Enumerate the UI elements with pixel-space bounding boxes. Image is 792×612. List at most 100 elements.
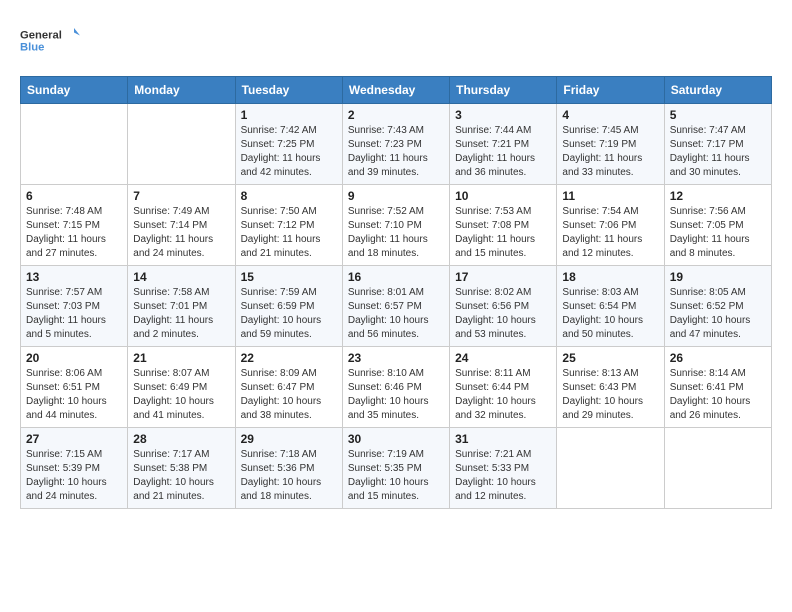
day-info: Sunrise: 8:10 AMSunset: 6:46 PMDaylight:… (348, 367, 444, 423)
calendar-cell: 1 Sunrise: 7:42 AMSunset: 7:25 PMDaylight… (235, 104, 342, 185)
weekday-header: Sunday (21, 77, 128, 104)
calendar-cell (557, 428, 664, 509)
day-number: 14 (133, 270, 229, 284)
calendar-cell: 27Sunrise: 7:15 AMSunset: 5:39 PMDayligh… (21, 428, 128, 509)
day-number: 1 (241, 108, 337, 122)
day-number: 8 (241, 189, 337, 203)
weekday-header: Thursday (450, 77, 557, 104)
day-number: 16 (348, 270, 444, 284)
day-info: Sunrise: 8:13 AMSunset: 6:43 PMDaylight:… (562, 367, 658, 423)
day-info: Sunrise: 7:43 AMSunset: 7:23 PMDaylight:… (348, 124, 444, 180)
day-number: 7 (133, 189, 229, 203)
day-info: Sunrise: 7:54 AMSunset: 7:06 PMDaylight:… (562, 205, 658, 261)
weekday-header: Friday (557, 77, 664, 104)
calendar-cell: 24 Sunrise: 8:11 AMSunset: 6:44 PMDayligh… (450, 347, 557, 428)
calendar-cell: 11 Sunrise: 7:54 AMSunset: 7:06 PMDayligh… (557, 185, 664, 266)
day-info: Sunrise: 7:15 AMSunset: 5:39 PMDaylight:… (26, 448, 122, 504)
day-info: Sunrise: 7:59 AMSunset: 6:59 PMDaylight:… (241, 286, 337, 342)
day-number: 6 (26, 189, 122, 203)
day-number: 21 (133, 351, 229, 365)
day-number: 5 (670, 108, 766, 122)
day-number: 15 (241, 270, 337, 284)
calendar-cell: 17 Sunrise: 8:02 AMSunset: 6:56 PMDayligh… (450, 266, 557, 347)
calendar-cell: 23 Sunrise: 8:10 AMSunset: 6:46 PMDayligh… (342, 347, 449, 428)
day-info: Sunrise: 7:52 AMSunset: 7:10 PMDaylight:… (348, 205, 444, 261)
day-info: Sunrise: 8:01 AMSunset: 6:57 PMDaylight:… (348, 286, 444, 342)
day-number: 11 (562, 189, 658, 203)
day-number: 20 (26, 351, 122, 365)
calendar-cell: 5 Sunrise: 7:47 AMSunset: 7:17 PMDaylight… (664, 104, 771, 185)
calendar-cell: 6 Sunrise: 7:48 AMSunset: 7:15 PMDaylight… (21, 185, 128, 266)
day-info: Sunrise: 7:48 AMSunset: 7:15 PMDaylight:… (26, 205, 122, 261)
day-number: 19 (670, 270, 766, 284)
calendar-week-row: 13Sunrise: 7:57 AMSunset: 7:03 PMDayligh… (21, 266, 772, 347)
day-number: 9 (348, 189, 444, 203)
calendar-cell: 22 Sunrise: 8:09 AMSunset: 6:47 PMDayligh… (235, 347, 342, 428)
weekday-header: Saturday (664, 77, 771, 104)
day-info: Sunrise: 7:45 AMSunset: 7:19 PMDaylight:… (562, 124, 658, 180)
day-info: Sunrise: 7:58 AMSunset: 7:01 PMDaylight:… (133, 286, 229, 342)
calendar-cell: 26 Sunrise: 8:14 AMSunset: 6:41 PMDayligh… (664, 347, 771, 428)
day-info: Sunrise: 8:11 AMSunset: 6:44 PMDaylight:… (455, 367, 551, 423)
svg-text:Blue: Blue (20, 42, 44, 54)
svg-text:General: General (20, 30, 62, 42)
calendar-table: SundayMondayTuesdayWednesdayThursdayFrid… (20, 76, 772, 509)
calendar-week-row: 20Sunrise: 8:06 AMSunset: 6:51 PMDayligh… (21, 347, 772, 428)
calendar-cell: 31 Sunrise: 7:21 AMSunset: 5:33 PMDayligh… (450, 428, 557, 509)
weekday-header-row: SundayMondayTuesdayWednesdayThursdayFrid… (21, 77, 772, 104)
day-number: 26 (670, 351, 766, 365)
day-info: Sunrise: 7:19 AMSunset: 5:35 PMDaylight:… (348, 448, 444, 504)
day-number: 29 (241, 432, 337, 446)
day-number: 23 (348, 351, 444, 365)
day-number: 30 (348, 432, 444, 446)
calendar-cell: 2 Sunrise: 7:43 AMSunset: 7:23 PMDaylight… (342, 104, 449, 185)
calendar-cell: 7 Sunrise: 7:49 AMSunset: 7:14 PMDaylight… (128, 185, 235, 266)
day-info: Sunrise: 8:02 AMSunset: 6:56 PMDaylight:… (455, 286, 551, 342)
calendar-cell: 29Sunrise: 7:18 AMSunset: 5:36 PMDayligh… (235, 428, 342, 509)
day-number: 25 (562, 351, 658, 365)
calendar-week-row: 6 Sunrise: 7:48 AMSunset: 7:15 PMDaylight… (21, 185, 772, 266)
page-header: General Blue (20, 20, 772, 60)
calendar-cell (664, 428, 771, 509)
day-info: Sunrise: 7:17 AMSunset: 5:38 PMDaylight:… (133, 448, 229, 504)
day-info: Sunrise: 7:49 AMSunset: 7:14 PMDaylight:… (133, 205, 229, 261)
calendar-cell: 15 Sunrise: 7:59 AMSunset: 6:59 PMDayligh… (235, 266, 342, 347)
day-number: 17 (455, 270, 551, 284)
calendar-cell: 20Sunrise: 8:06 AMSunset: 6:51 PMDayligh… (21, 347, 128, 428)
calendar-cell: 14 Sunrise: 7:58 AMSunset: 7:01 PMDayligh… (128, 266, 235, 347)
day-number: 24 (455, 351, 551, 365)
logo: General Blue (20, 20, 80, 60)
day-info: Sunrise: 7:47 AMSunset: 7:17 PMDaylight:… (670, 124, 766, 180)
day-info: Sunrise: 8:09 AMSunset: 6:47 PMDaylight:… (241, 367, 337, 423)
day-info: Sunrise: 7:42 AMSunset: 7:25 PMDaylight:… (241, 124, 337, 180)
calendar-cell: 8Sunrise: 7:50 AMSunset: 7:12 PMDaylight… (235, 185, 342, 266)
calendar-cell: 4 Sunrise: 7:45 AMSunset: 7:19 PMDaylight… (557, 104, 664, 185)
weekday-header: Monday (128, 77, 235, 104)
day-number: 31 (455, 432, 551, 446)
calendar-cell: 28 Sunrise: 7:17 AMSunset: 5:38 PMDayligh… (128, 428, 235, 509)
day-info: Sunrise: 7:57 AMSunset: 7:03 PMDaylight:… (26, 286, 122, 342)
calendar-cell: 12 Sunrise: 7:56 AMSunset: 7:05 PMDayligh… (664, 185, 771, 266)
calendar-cell (21, 104, 128, 185)
day-number: 4 (562, 108, 658, 122)
calendar-cell: 30 Sunrise: 7:19 AMSunset: 5:35 PMDayligh… (342, 428, 449, 509)
day-number: 10 (455, 189, 551, 203)
day-number: 28 (133, 432, 229, 446)
day-number: 3 (455, 108, 551, 122)
day-number: 12 (670, 189, 766, 203)
calendar-cell: 19 Sunrise: 8:05 AMSunset: 6:52 PMDayligh… (664, 266, 771, 347)
calendar-week-row: 27Sunrise: 7:15 AMSunset: 5:39 PMDayligh… (21, 428, 772, 509)
calendar-cell: 21 Sunrise: 8:07 AMSunset: 6:49 PMDayligh… (128, 347, 235, 428)
day-info: Sunrise: 8:14 AMSunset: 6:41 PMDaylight:… (670, 367, 766, 423)
day-info: Sunrise: 8:07 AMSunset: 6:49 PMDaylight:… (133, 367, 229, 423)
day-number: 2 (348, 108, 444, 122)
calendar-cell: 9 Sunrise: 7:52 AMSunset: 7:10 PMDaylight… (342, 185, 449, 266)
day-info: Sunrise: 8:03 AMSunset: 6:54 PMDaylight:… (562, 286, 658, 342)
day-info: Sunrise: 8:05 AMSunset: 6:52 PMDaylight:… (670, 286, 766, 342)
day-number: 22 (241, 351, 337, 365)
logo-svg: General Blue (20, 20, 80, 60)
calendar-cell (128, 104, 235, 185)
day-info: Sunrise: 7:56 AMSunset: 7:05 PMDaylight:… (670, 205, 766, 261)
day-info: Sunrise: 7:21 AMSunset: 5:33 PMDaylight:… (455, 448, 551, 504)
calendar-cell: 18Sunrise: 8:03 AMSunset: 6:54 PMDayligh… (557, 266, 664, 347)
